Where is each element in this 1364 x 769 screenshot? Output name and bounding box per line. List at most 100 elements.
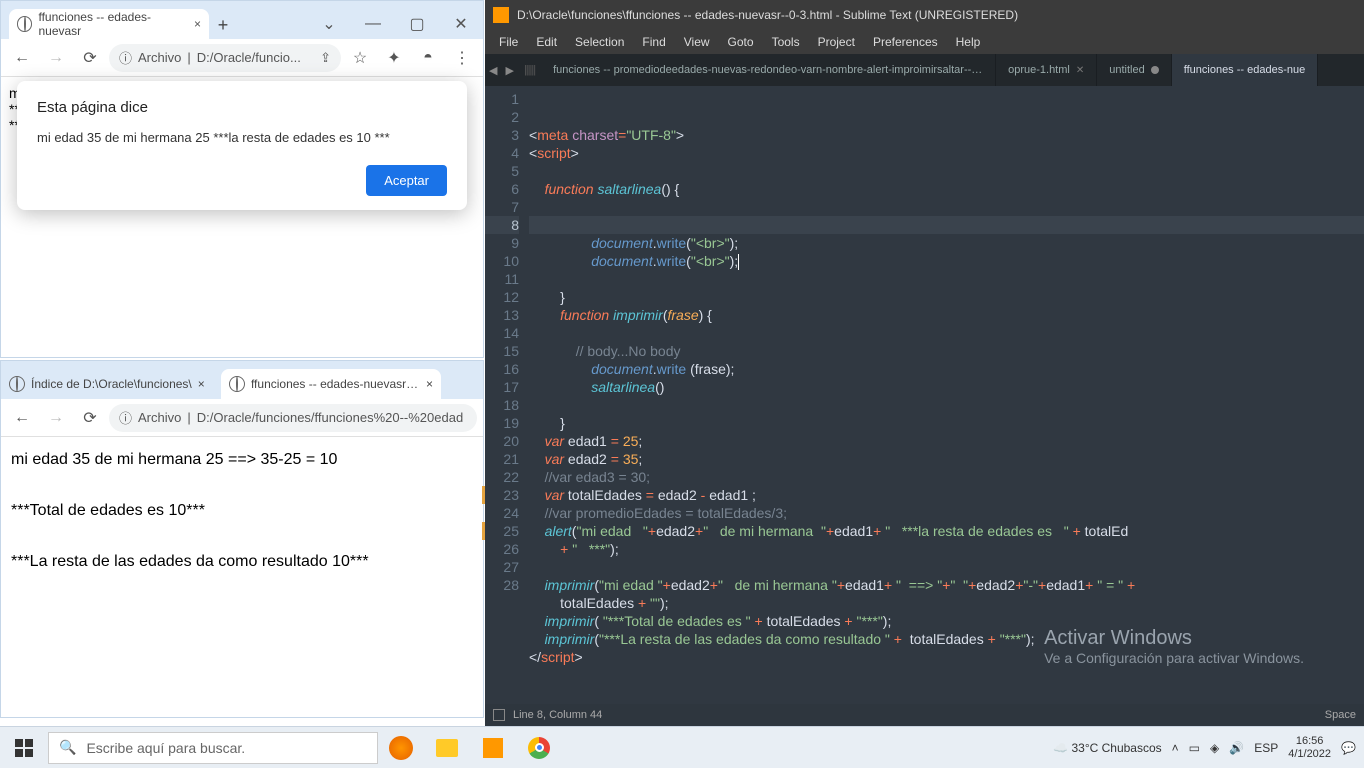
weather-widget[interactable]: ☁️ 33°C Chubascos: [1053, 741, 1161, 755]
language-indicator[interactable]: ESP: [1254, 741, 1278, 755]
globe-icon: [9, 376, 25, 392]
js-alert-dialog: Esta página dice mi edad 35 de mi herman…: [17, 81, 467, 210]
browser-tab-inactive[interactable]: Índice de D:\Oracle\funciones\ ×: [1, 369, 221, 399]
search-placeholder: Escribe aquí para buscar.: [86, 740, 245, 756]
reload-button[interactable]: ⟳: [75, 403, 105, 433]
taskbar-app-sublime[interactable]: [470, 727, 516, 769]
taskbar-app-firefox[interactable]: [378, 727, 424, 769]
taskbar-app-explorer[interactable]: [424, 727, 470, 769]
tray-chevron-icon[interactable]: ˄: [1172, 741, 1179, 755]
editor-tab-active[interactable]: ffunciones -- edades-nue: [1172, 54, 1319, 86]
info-icon: ⓘ: [119, 48, 132, 67]
windows-taskbar: 🔍 Escribe aquí para buscar. ☁️ 33°C Chub…: [0, 726, 1364, 768]
taskbar-search[interactable]: 🔍 Escribe aquí para buscar.: [48, 732, 378, 764]
menu-view[interactable]: View: [676, 33, 718, 51]
menu-goto[interactable]: Goto: [720, 33, 762, 51]
forward-button[interactable]: →: [41, 43, 71, 73]
menu-selection[interactable]: Selection: [567, 33, 632, 51]
globe-icon: [17, 16, 32, 32]
sublime-text-window: D:\Oracle\funciones\ffunciones -- edades…: [485, 0, 1364, 726]
tab-title: Índice de D:\Oracle\funciones\: [31, 377, 192, 391]
close-tab-icon[interactable]: ×: [198, 377, 205, 391]
maximize-icon[interactable]: ▢: [395, 9, 439, 39]
new-tab-button[interactable]: +: [209, 11, 237, 39]
output-line: mi edad 35 de mi hermana 25 ==> 35-25 = …: [11, 447, 473, 473]
line-gutter: 1234567891011121314151617181920212223242…: [485, 86, 529, 704]
statusbar: Line 8, Column 44 Space: [485, 704, 1364, 726]
bookmark-icon[interactable]: ☆: [345, 43, 375, 73]
browser-toolbar: ← → ⟳ ⓘ Archivo | D:/Oracle/funcio... ⇪ …: [1, 39, 483, 77]
menu-find[interactable]: Find: [634, 33, 673, 51]
sublime-titlebar[interactable]: D:\Oracle\funciones\ffunciones -- edades…: [485, 0, 1364, 30]
volume-icon[interactable]: 🔊: [1229, 741, 1244, 755]
dropdown-icon[interactable]: ⌄: [307, 9, 351, 39]
editor-tab[interactable]: oprue-1.html✕: [996, 54, 1097, 86]
close-tab-icon[interactable]: ×: [426, 377, 433, 391]
tab-title: ffunciones -- edades-nuevasr: [38, 10, 188, 38]
page-content: mi edad 35 de mi hermana 25 ==> 35-25 = …: [1, 437, 483, 585]
share-icon[interactable]: ⇪: [320, 50, 331, 66]
info-icon: ⓘ: [119, 408, 132, 427]
start-button[interactable]: [0, 727, 48, 769]
chrome-window-top: ffunciones -- edades-nuevasr × + ⌄ — ▢ ✕…: [0, 0, 484, 358]
browser-toolbar: ← → ⟳ ⓘ Archivo | D:/Oracle/funciones/ff…: [1, 399, 483, 437]
menu-help[interactable]: Help: [948, 33, 989, 51]
minimize-icon[interactable]: —: [351, 9, 395, 39]
browser-tab[interactable]: ffunciones -- edades-nuevasr ×: [9, 9, 209, 39]
menu-preferences[interactable]: Preferences: [865, 33, 946, 51]
alert-message: mi edad 35 de mi hermana 25 ***la resta …: [37, 130, 447, 145]
search-icon: 🔍: [59, 739, 76, 756]
panel-switcher-icon[interactable]: [493, 709, 505, 721]
tab-nav-forward-icon[interactable]: ▶: [501, 64, 517, 77]
output-line: ***Total de edades es 10***: [11, 498, 473, 524]
addr-prefix: Archivo: [138, 50, 181, 65]
chrome-titlebar: Índice de D:\Oracle\funciones\ × ffuncio…: [1, 361, 483, 399]
battery-icon[interactable]: ▭: [1189, 741, 1200, 755]
extensions-icon[interactable]: ✦: [379, 43, 409, 73]
tab-title: ffunciones -- edades-nuevasr--0: [251, 377, 420, 391]
chrome-window-bottom: Índice de D:\Oracle\funciones\ × ffuncio…: [0, 360, 484, 718]
editor-tabbar: ◀ ▶ |||||| funciones -- promediodeedades…: [485, 54, 1364, 86]
indentation-indicator[interactable]: Space: [1325, 709, 1356, 721]
globe-icon: [229, 376, 245, 392]
address-bar[interactable]: ⓘ Archivo | D:/Oracle/funciones/ffuncion…: [109, 404, 477, 432]
system-tray: ☁️ 33°C Chubascos ˄ ▭ ◈ 🔊 ESP 16:56 4/1/…: [1053, 735, 1364, 761]
tab-nav-back-icon[interactable]: ◀: [485, 64, 501, 77]
menubar: File Edit Selection Find View Goto Tools…: [485, 30, 1364, 54]
menu-tools[interactable]: Tools: [764, 33, 808, 51]
taskbar-app-chrome[interactable]: [516, 727, 562, 769]
forward-button[interactable]: →: [41, 403, 71, 433]
clock[interactable]: 16:56 4/1/2022: [1288, 735, 1331, 761]
menu-file[interactable]: File: [491, 33, 526, 51]
back-button[interactable]: ←: [7, 43, 37, 73]
chrome-titlebar: ffunciones -- edades-nuevasr × + ⌄ — ▢ ✕: [1, 1, 483, 39]
tab-divider: ||||||: [518, 64, 541, 76]
cursor-position: Line 8, Column 44: [513, 709, 602, 721]
menu-icon[interactable]: ⋮: [447, 43, 477, 73]
profile-icon[interactable]: ◓: [413, 43, 443, 73]
dirty-indicator-icon: [1151, 66, 1159, 74]
menu-project[interactable]: Project: [810, 33, 863, 51]
close-icon[interactable]: ✕: [439, 9, 483, 39]
alert-accept-button[interactable]: Aceptar: [366, 165, 447, 196]
back-button[interactable]: ←: [7, 403, 37, 433]
editor-tab[interactable]: untitled: [1097, 54, 1171, 86]
window-title: D:\Oracle\funciones\ffunciones -- edades…: [517, 8, 1018, 22]
menu-edit[interactable]: Edit: [528, 33, 565, 51]
addr-prefix: Archivo: [138, 410, 181, 425]
address-bar[interactable]: ⓘ Archivo | D:/Oracle/funcio... ⇪: [109, 44, 341, 72]
browser-tab-active[interactable]: ffunciones -- edades-nuevasr--0 ×: [221, 369, 441, 399]
reload-button[interactable]: ⟳: [75, 43, 105, 73]
code-editor[interactable]: 1234567891011121314151617181920212223242…: [485, 86, 1364, 704]
close-tab-icon[interactable]: ✕: [1076, 65, 1084, 76]
close-tab-icon[interactable]: ×: [194, 17, 201, 31]
addr-path: D:/Oracle/funciones/ffunciones%20--%20ed…: [197, 410, 463, 425]
notifications-icon[interactable]: 💬: [1341, 741, 1356, 755]
editor-tab[interactable]: funciones -- promediodeedades-nuevas-red…: [541, 54, 996, 86]
addr-path: D:/Oracle/funcio...: [197, 50, 301, 65]
window-controls: ⌄ — ▢ ✕: [307, 9, 483, 39]
wifi-icon[interactable]: ◈: [1210, 741, 1219, 755]
alert-title: Esta página dice: [37, 99, 447, 116]
code-area[interactable]: <meta charset="UTF-8"> <script> function…: [529, 86, 1364, 704]
sublime-logo-icon: [493, 7, 509, 23]
